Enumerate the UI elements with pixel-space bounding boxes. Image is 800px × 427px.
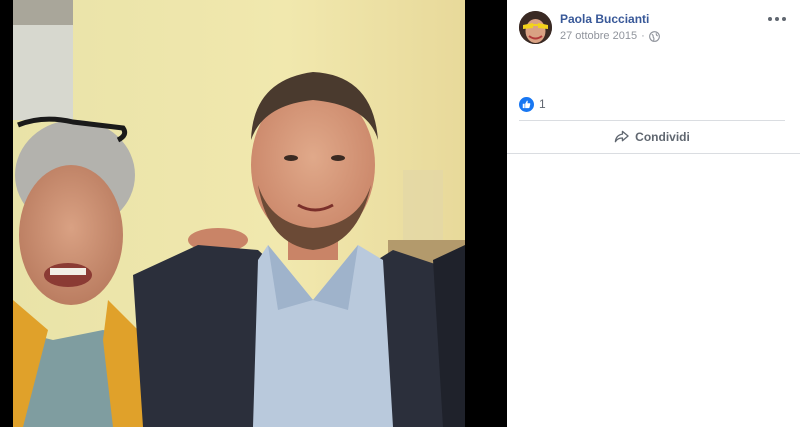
share-button[interactable]: Condividi bbox=[519, 122, 785, 151]
divider bbox=[519, 120, 785, 121]
post-header: Paola Buccianti 27 ottobre 2015 · bbox=[507, 0, 800, 56]
author-avatar[interactable] bbox=[519, 11, 552, 44]
photo-image bbox=[13, 0, 465, 427]
meta-separator: · bbox=[641, 30, 645, 42]
more-dot bbox=[782, 17, 786, 21]
reaction-count: 1 bbox=[539, 97, 546, 111]
photo-viewer bbox=[0, 0, 507, 427]
more-options-icon[interactable] bbox=[768, 12, 786, 26]
divider bbox=[507, 153, 800, 154]
more-dot bbox=[768, 17, 772, 21]
post-photo[interactable] bbox=[13, 0, 465, 427]
post-date-link[interactable]: 27 ottobre 2015 bbox=[560, 30, 637, 42]
share-label: Condividi bbox=[635, 129, 690, 144]
more-dot bbox=[775, 17, 779, 21]
post-meta: 27 ottobre 2015 · bbox=[560, 30, 660, 42]
post-side-panel: Paola Buccianti 27 ottobre 2015 · 1 Cond… bbox=[507, 0, 800, 427]
share-arrow-icon bbox=[614, 130, 629, 143]
author-name-link[interactable]: Paola Buccianti bbox=[560, 12, 649, 26]
avatar-image bbox=[519, 11, 552, 44]
reactions-summary[interactable]: 1 bbox=[519, 95, 546, 113]
like-icon bbox=[519, 96, 534, 112]
globe-icon[interactable] bbox=[648, 30, 660, 42]
